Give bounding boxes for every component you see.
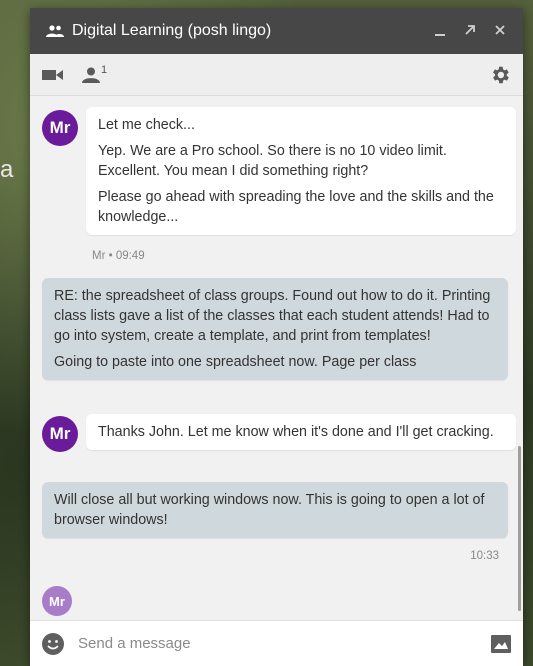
background-text-fragment: a [0,156,14,183]
emoji-icon[interactable] [42,632,64,655]
participants-button[interactable]: 1 [82,63,108,83]
video-icon[interactable] [42,68,64,82]
message-timestamp: 10:33 [470,550,499,562]
participants-count: 1 [101,63,108,76]
message-bubble-self: RE: the spreadsheet of class groups. Fou… [42,278,508,380]
avatar: Mr [42,416,78,452]
message-text: Let me check... [98,117,195,133]
message-text: Yep. We are a Pro school. So there is no… [98,143,447,179]
message-text: Thanks John. Let me know when it's done … [98,424,494,440]
message-meta: Mr • 09:49 [92,250,145,262]
typing-avatar: Mr [42,586,72,616]
image-icon[interactable] [491,634,511,653]
message-text: Going to paste into one spreadsheet now.… [54,354,417,370]
avatar: Mr [42,110,78,146]
minimize-icon[interactable] [427,21,453,42]
message-text: RE: the spreadsheet of class groups. Fou… [54,288,491,344]
chat-toolbar: 1 [30,54,523,96]
message-bubble-self: Will close all but working windows now. … [42,482,508,538]
gear-icon[interactable] [489,64,511,86]
chat-titlebar[interactable]: Digital Learning (posh lingo) [30,8,523,54]
message-bubble: Thanks John. Let me know when it's done … [86,414,516,450]
message-composer [30,620,523,666]
message-list[interactable]: Mr Let me check... Yep. We are a Pro sch… [30,96,523,620]
popout-icon[interactable] [457,21,483,42]
message-input[interactable] [78,635,491,652]
scrollbar[interactable] [518,446,521,611]
chat-window: Digital Learning (posh lingo) 1 Mr Let m… [30,8,523,666]
person-icon [82,67,100,83]
message-text: Please go ahead with spreading the love … [98,189,494,225]
message-text: Will close all but working windows now. … [54,492,485,528]
message-bubble: Let me check... Yep. We are a Pro school… [86,107,516,235]
close-icon[interactable] [487,21,513,42]
chat-title: Digital Learning (posh lingo) [72,22,272,39]
group-icon [46,23,66,39]
